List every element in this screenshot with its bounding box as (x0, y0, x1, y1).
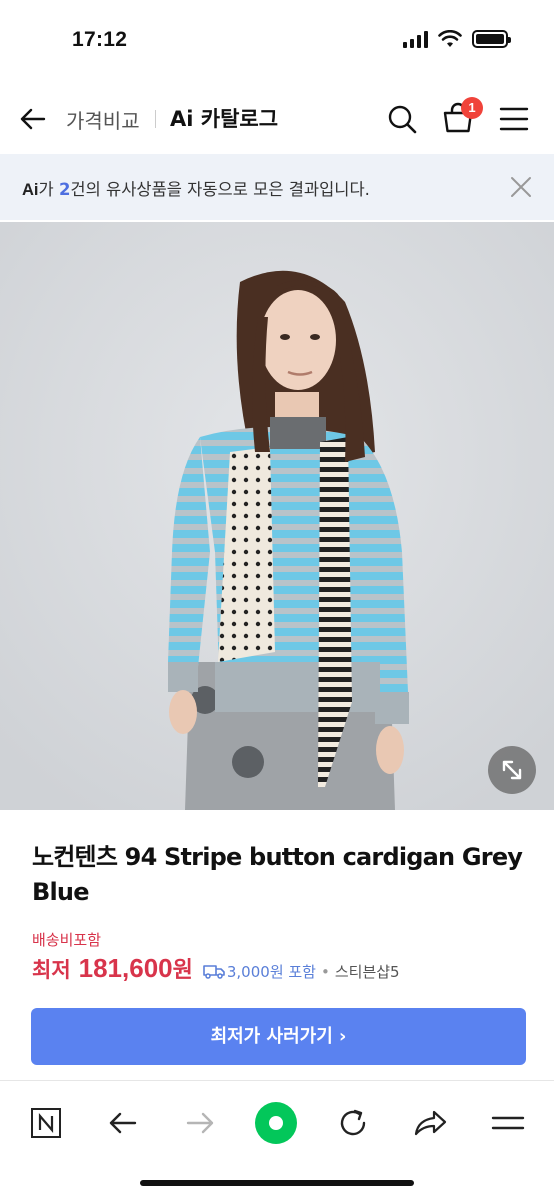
top-nav-header: 가격비교 Ai 카탈로그 1 (0, 84, 554, 154)
close-icon[interactable] (510, 176, 532, 198)
forward-arrow-icon[interactable] (178, 1101, 222, 1145)
status-time: 17:12 (72, 28, 128, 51)
ai-notice-text-after: 건의 유사상품을 자동으로 모은 결과입니다. (70, 180, 370, 199)
ai-result-count: 2 (58, 180, 71, 199)
shipping-fee: 3,000원 포함 (226, 963, 316, 981)
green-home-icon[interactable] (254, 1101, 298, 1145)
share-icon[interactable] (408, 1101, 452, 1145)
product-image[interactable] (0, 222, 554, 810)
separator-dot: • (321, 963, 330, 981)
naver-n-icon[interactable] (24, 1101, 68, 1145)
cart-count-badge: 1 (461, 97, 483, 119)
product-photo-illustration (0, 222, 554, 810)
status-bar: 17:12 (0, 0, 554, 84)
truck-icon (203, 965, 225, 979)
hamburger-icon[interactable] (499, 105, 529, 133)
expand-diagonal-icon (502, 760, 522, 780)
seller-name[interactable]: 스티븐샵5 (335, 961, 400, 982)
home-indicator (140, 1180, 414, 1186)
lowest-price-label: 최저 (32, 958, 71, 982)
refresh-icon[interactable] (331, 1101, 375, 1145)
ai-notice-text-before: 가 (38, 180, 59, 199)
price-currency: 원 (172, 958, 193, 983)
product-name: 노컨텐츠 94 Stripe button cardigan Grey Blue (32, 843, 523, 906)
back-arrow-icon[interactable] (101, 1101, 145, 1145)
price-row: 최저 181,600 원 3,000원 포함 • 스티븐샵5 (32, 952, 400, 984)
breadcrumb-divider (155, 110, 156, 128)
expand-image-button[interactable] (488, 746, 536, 794)
lowest-price-value: 181,600 (78, 953, 173, 983)
wifi-icon (438, 30, 462, 47)
page-title: Ai 카탈로그 (170, 107, 279, 131)
ai-notice-text: Ai가 2건의 유사상품을 자동으로 모은 결과입니다. (22, 176, 370, 200)
shipping-included-label: 배송비포함 (32, 931, 102, 949)
ai-logo: Ai (22, 181, 39, 199)
buy-lowest-price-button[interactable]: 최저가 사러가기 › (31, 1008, 526, 1065)
menu-icon[interactable] (486, 1101, 530, 1145)
battery-icon (472, 30, 511, 48)
search-icon[interactable] (386, 103, 418, 135)
breadcrumb-price-compare[interactable]: 가격비교 (66, 105, 140, 134)
ai-notice-banner: Ai가 2건의 유사상품을 자동으로 모은 결과입니다. (0, 154, 554, 220)
arrow-left-icon[interactable] (18, 104, 48, 134)
status-icons (403, 30, 511, 48)
cellular-signal-icon (403, 30, 428, 48)
